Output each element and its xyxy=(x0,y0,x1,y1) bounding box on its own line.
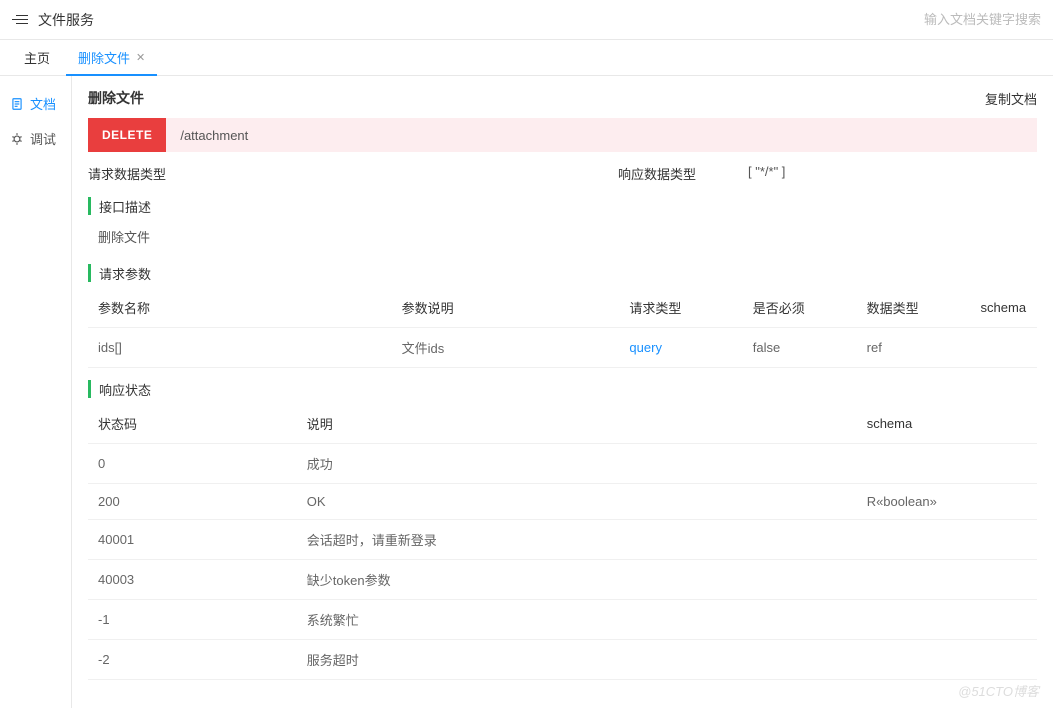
tab-home[interactable]: 主页 xyxy=(12,40,62,76)
sidebar-item-label: 文档 xyxy=(30,94,56,113)
cell-code: 200 xyxy=(88,484,297,520)
col-param-desc: 参数说明 xyxy=(392,288,620,328)
cell-schema xyxy=(857,444,1037,484)
table-header-row: 状态码 说明 schema xyxy=(88,404,1037,444)
section-desc-title: 接口描述 xyxy=(88,197,1037,215)
col-param-name: 参数名称 xyxy=(88,288,392,328)
cell-param-desc: 文件ids xyxy=(392,328,620,368)
table-row: -1系统繁忙 xyxy=(88,600,1037,640)
status-table: 状态码 说明 schema 0成功200OKR«boolean»40001会话超… xyxy=(88,404,1037,680)
sidebar-item-label: 调试 xyxy=(30,129,56,148)
table-row: 40001会话超时，请重新登录 xyxy=(88,520,1037,560)
cell-schema xyxy=(857,600,1037,640)
cell-code: -2 xyxy=(88,640,297,680)
cell-desc: OK xyxy=(297,484,857,520)
api-path: /attachment xyxy=(166,128,248,143)
cell-desc: 会话超时，请重新登录 xyxy=(297,520,857,560)
sidebar-item-doc[interactable]: 文档 xyxy=(0,86,71,121)
cell-code: 0 xyxy=(88,444,297,484)
sidebar: 文档 调试 xyxy=(0,76,72,708)
table-row: 0成功 xyxy=(88,444,1037,484)
cell-desc: 缺少token参数 xyxy=(297,560,857,600)
search-input[interactable] xyxy=(901,12,1041,27)
copy-doc-button[interactable]: 复制文档 xyxy=(985,89,1037,108)
col-req-type: 请求类型 xyxy=(619,288,742,328)
tab-label: 删除文件 xyxy=(78,48,130,67)
cell-code: 40001 xyxy=(88,520,297,560)
col-status-schema: schema xyxy=(857,404,1037,444)
content-area: 删除文件 复制文档 DELETE /attachment 请求数据类型 响应数据… xyxy=(72,76,1053,708)
section-status-title: 响应状态 xyxy=(88,380,1037,398)
cell-desc: 服务超时 xyxy=(297,640,857,680)
watermark: @51CTO博客 xyxy=(958,681,1039,700)
table-row: -2服务超时 xyxy=(88,640,1037,680)
table-header-row: 参数名称 参数说明 请求类型 是否必须 数据类型 schema xyxy=(88,288,1037,328)
cell-req-type[interactable]: query xyxy=(619,328,742,368)
app-title: 文件服务 xyxy=(38,10,94,30)
col-status-code: 状态码 xyxy=(88,404,297,444)
cell-desc: 成功 xyxy=(297,444,857,484)
cell-code: -1 xyxy=(88,600,297,640)
response-type-label: 响应数据类型 xyxy=(618,164,748,183)
cell-dtype: ref xyxy=(857,328,971,368)
col-dtype: 数据类型 xyxy=(857,288,971,328)
col-required: 是否必须 xyxy=(743,288,857,328)
request-type-label: 请求数据类型 xyxy=(88,164,618,183)
tab-delete-file[interactable]: 删除文件 ✕ xyxy=(66,40,157,76)
close-icon[interactable]: ✕ xyxy=(136,51,145,64)
http-method-badge: DELETE xyxy=(88,118,166,152)
tab-label: 主页 xyxy=(24,48,50,67)
tabs-bar: 主页 删除文件 ✕ xyxy=(0,40,1053,76)
section-desc-text: 删除文件 xyxy=(88,221,1037,252)
cell-param-name: ids[] xyxy=(88,328,392,368)
bug-icon xyxy=(10,132,24,146)
table-row: 40003缺少token参数 xyxy=(88,560,1037,600)
table-row: 200OKR«boolean» xyxy=(88,484,1037,520)
cell-schema xyxy=(857,560,1037,600)
section-params-title: 请求参数 xyxy=(88,264,1037,282)
top-header: 文件服务 xyxy=(0,0,1053,40)
cell-schema xyxy=(857,520,1037,560)
cell-schema: R«boolean» xyxy=(857,484,1037,520)
doc-icon xyxy=(10,97,24,111)
col-schema: schema xyxy=(971,288,1037,328)
sidebar-item-debug[interactable]: 调试 xyxy=(0,121,71,156)
method-bar: DELETE /attachment xyxy=(88,118,1037,152)
cell-desc: 系统繁忙 xyxy=(297,600,857,640)
table-row: ids[] 文件ids query false ref xyxy=(88,328,1037,368)
col-status-desc: 说明 xyxy=(297,404,857,444)
menu-toggle-icon[interactable] xyxy=(12,12,28,28)
cell-required: false xyxy=(743,328,857,368)
cell-code: 40003 xyxy=(88,560,297,600)
cell-schema xyxy=(971,328,1037,368)
page-title: 删除文件 xyxy=(88,88,144,108)
cell-schema xyxy=(857,640,1037,680)
params-table: 参数名称 参数说明 请求类型 是否必须 数据类型 schema ids[] 文件… xyxy=(88,288,1037,368)
response-type-value: [ "*/*" ] xyxy=(748,164,785,183)
